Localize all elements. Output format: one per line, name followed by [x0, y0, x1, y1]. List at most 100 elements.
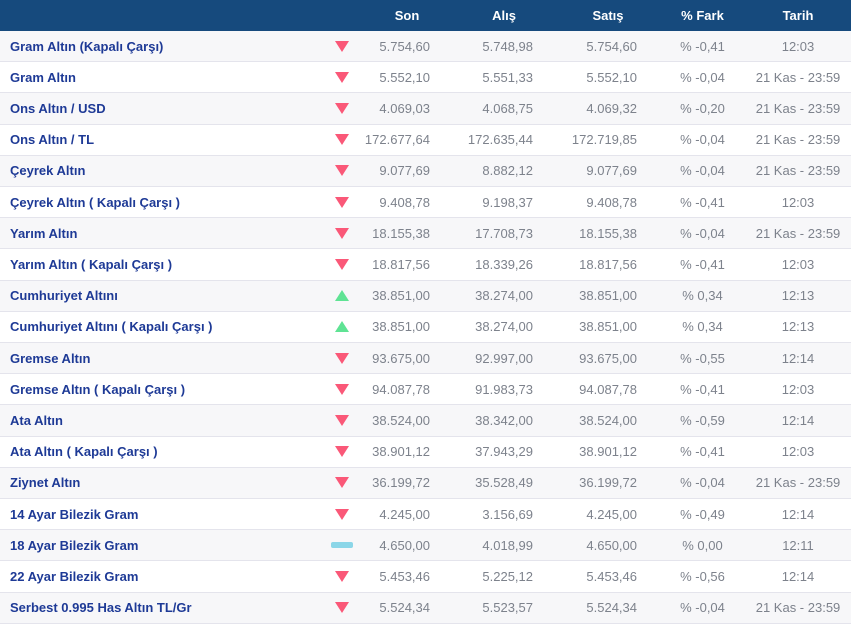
- alis-value: 38.342,00: [475, 413, 533, 429]
- instrument-name-link[interactable]: Cumhuriyet Altını: [0, 288, 322, 303]
- header-tarih: Tarih: [782, 8, 814, 23]
- table-row[interactable]: Yarım Altın ( Kapalı Çarşı ) 18.817,56 1…: [0, 249, 851, 281]
- fark-value: % 0,34: [682, 288, 723, 304]
- tarih-value: 12:03: [781, 381, 815, 397]
- son-value: 38.851,00: [372, 319, 430, 335]
- down-arrow-icon: [335, 165, 349, 177]
- table-row[interactable]: Gram Altın (Kapalı Çarşı) 5.754,60 5.748…: [0, 31, 851, 63]
- fark-value: % -0,04: [680, 69, 725, 85]
- instrument-name-link[interactable]: Gremse Altın: [0, 351, 322, 366]
- alis-value: 9.198,37: [482, 194, 533, 210]
- table-row[interactable]: 14 Ayar Bilezik Gram 4.245,00 3.156,69 4…: [0, 499, 851, 531]
- fark-value: % -0,41: [680, 194, 725, 210]
- table-row[interactable]: Gram Altın 5.552,10 5.551,33 5.552,10 % …: [0, 62, 851, 94]
- satis-value: 38.851,00: [579, 288, 637, 304]
- instrument-name-link[interactable]: 18 Ayar Bilezik Gram: [0, 538, 322, 553]
- instrument-name-link[interactable]: Ata Altın ( Kapalı Çarşı ): [0, 444, 322, 459]
- table-row[interactable]: Ata Altın 38.524,00 38.342,00 38.524,00 …: [0, 405, 851, 437]
- table-row[interactable]: Cumhuriyet Altını ( Kapalı Çarşı ) 38.85…: [0, 311, 851, 344]
- table-row[interactable]: Serbest 0.995 Has Altın TL/Gr 5.524,34 5…: [0, 592, 851, 624]
- alis-value: 4.018,99: [482, 537, 533, 553]
- down-arrow-icon: [335, 602, 349, 614]
- alis-value: 3.156,69: [482, 506, 533, 522]
- instrument-name-link[interactable]: Serbest 0.995 Has Altın TL/Gr: [0, 600, 322, 615]
- instrument-name-link[interactable]: Ons Altın / TL: [0, 132, 322, 147]
- alis-value: 38.274,00: [475, 288, 533, 304]
- tarih-value: 12:14: [781, 506, 815, 522]
- son-value: 18.155,38: [372, 225, 430, 241]
- table-row[interactable]: Cumhuriyet Altını 38.851,00 38.274,00 38…: [0, 280, 851, 312]
- table-row[interactable]: 18 Ayar Bilezik Gram 4.650,00 4.018,99 4…: [0, 530, 851, 562]
- tarih-value: 21 Kas - 23:59: [755, 600, 841, 616]
- fark-value: % -0,49: [680, 506, 725, 522]
- table-row[interactable]: Çeyrek Altın 9.077,69 8.882,12 9.077,69 …: [0, 155, 851, 188]
- table-body: Gram Altın (Kapalı Çarşı) 5.754,60 5.748…: [0, 31, 851, 624]
- fark-value: % -0,41: [680, 38, 725, 54]
- alis-value: 92.997,00: [475, 350, 533, 366]
- table-row[interactable]: Çeyrek Altın ( Kapalı Çarşı ) 9.408,78 9…: [0, 187, 851, 219]
- trend-cell: [322, 571, 362, 583]
- son-value: 5.754,60: [379, 38, 430, 54]
- fark-value: % -0,04: [680, 475, 725, 491]
- trend-cell: [322, 383, 362, 395]
- son-value: 38.524,00: [372, 413, 430, 429]
- son-value: 172.677,64: [364, 132, 430, 148]
- instrument-name-link[interactable]: Ons Altın / USD: [0, 101, 322, 116]
- instrument-name-link[interactable]: Gremse Altın ( Kapalı Çarşı ): [0, 382, 322, 397]
- up-arrow-icon: [335, 321, 349, 333]
- tarih-value: 21 Kas - 23:59: [755, 163, 841, 179]
- trend-cell: [322, 134, 362, 146]
- table-row[interactable]: Ziynet Altın 36.199,72 35.528,49 36.199,…: [0, 467, 851, 500]
- table-row[interactable]: Gremse Altın 93.675,00 92.997,00 93.675,…: [0, 343, 851, 375]
- table-header-row: Son Alış Satış % Fark Tarih: [0, 0, 851, 31]
- instrument-name-link[interactable]: Çeyrek Altın ( Kapalı Çarşı ): [0, 195, 322, 210]
- satis-value: 93.675,00: [579, 350, 637, 366]
- trend-cell: [322, 542, 362, 549]
- instrument-name-link[interactable]: Yarım Altın ( Kapalı Çarşı ): [0, 257, 322, 272]
- satis-value: 94.087,78: [579, 381, 637, 397]
- header-satis: Satış: [592, 8, 624, 23]
- table-row[interactable]: Ons Altın / TL 172.677,64 172.635,44 172…: [0, 124, 851, 156]
- down-arrow-icon: [335, 415, 349, 427]
- tarih-value: 21 Kas - 23:59: [755, 475, 841, 491]
- satis-value: 9.077,69: [586, 163, 637, 179]
- alis-value: 18.339,26: [475, 257, 533, 273]
- down-arrow-icon: [335, 134, 349, 146]
- down-arrow-icon: [335, 477, 349, 489]
- table-row[interactable]: Ons Altın / USD 4.069,03 4.068,75 4.069,…: [0, 93, 851, 125]
- table-row[interactable]: 22 Ayar Bilezik Gram 5.453,46 5.225,12 5…: [0, 561, 851, 593]
- son-value: 36.199,72: [372, 475, 430, 491]
- trend-cell: [322, 165, 362, 177]
- instrument-name-link[interactable]: Gram Altın: [0, 70, 322, 85]
- trend-cell: [322, 103, 362, 114]
- tarih-value: 12:11: [782, 537, 814, 553]
- instrument-name-link[interactable]: Çeyrek Altın: [0, 163, 322, 178]
- tarih-value: 12:14: [781, 413, 815, 429]
- table-row[interactable]: Ata Altın ( Kapalı Çarşı ) 38.901,12 37.…: [0, 436, 851, 468]
- fark-value: % -0,20: [680, 101, 725, 116]
- instrument-name-link[interactable]: Yarım Altın: [0, 226, 322, 241]
- trend-cell: [322, 40, 362, 52]
- instrument-name-link[interactable]: Gram Altın (Kapalı Çarşı): [0, 39, 322, 54]
- son-value: 4.069,03: [379, 101, 430, 116]
- instrument-name-link[interactable]: 22 Ayar Bilezik Gram: [0, 569, 322, 584]
- satis-value: 38.851,00: [579, 319, 637, 335]
- table-row[interactable]: Yarım Altın 18.155,38 17.708,73 18.155,3…: [0, 218, 851, 250]
- trend-cell: [322, 477, 362, 489]
- tarih-value: 12:03: [781, 444, 815, 460]
- tarih-value: 21 Kas - 23:59: [755, 101, 841, 116]
- instrument-name-link[interactable]: Ata Altın: [0, 413, 322, 428]
- alis-value: 5.225,12: [482, 569, 533, 585]
- tarih-value: 12:14: [781, 350, 815, 366]
- instrument-name-link[interactable]: Cumhuriyet Altını ( Kapalı Çarşı ): [0, 319, 322, 334]
- instrument-name-link[interactable]: Ziynet Altın: [0, 475, 322, 490]
- fark-value: % -0,59: [680, 413, 725, 429]
- trend-cell: [322, 602, 362, 614]
- table-row[interactable]: Gremse Altın ( Kapalı Çarşı ) 94.087,78 …: [0, 374, 851, 406]
- instrument-name-link[interactable]: 14 Ayar Bilezik Gram: [0, 507, 322, 522]
- son-value: 9.408,78: [379, 194, 430, 210]
- trend-cell: [322, 196, 362, 208]
- tarih-value: 12:14: [781, 569, 815, 585]
- fark-value: % -0,04: [680, 163, 725, 179]
- flat-dash-icon: [331, 542, 353, 549]
